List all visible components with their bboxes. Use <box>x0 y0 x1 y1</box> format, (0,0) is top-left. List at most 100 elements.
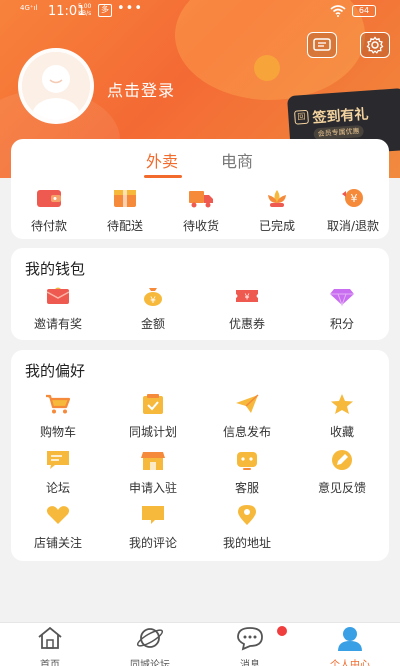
lotus-icon <box>268 190 286 207</box>
heart-icon <box>46 506 70 524</box>
checkin-title: 签到有礼 <box>312 106 370 127</box>
truck-icon <box>189 191 213 208</box>
planet-icon <box>136 628 164 648</box>
tab-home[interactable]: 首页 <box>10 625 90 666</box>
location-icon <box>238 505 256 525</box>
pref-city-plan[interactable]: 同城计划 <box>115 393 191 440</box>
home-icon <box>38 626 62 649</box>
messages-button[interactable] <box>307 32 337 58</box>
wallet-title: 我的钱包 <box>25 260 86 278</box>
order-pending-delivery[interactable]: 待配送 <box>87 187 163 234</box>
refund-icon: ¥ <box>342 189 363 207</box>
order-label: 待配送 <box>106 219 143 233</box>
speed-unit: KB/s <box>78 10 92 17</box>
wallet-coupons[interactable]: ¥ 优惠券 <box>209 285 285 332</box>
wallet-label: 邀请有奖 <box>33 317 82 331</box>
network-speed: 5.00 KB/s <box>78 3 91 17</box>
paper-plane-icon <box>236 394 259 413</box>
battery-icon: 64 <box>352 5 376 17</box>
gear-icon <box>366 36 384 54</box>
order-label: 已完成 <box>258 219 295 233</box>
wallet-card: 我的钱包 邀请有奖 ¥ 金额 ¥ 优惠券 积分 <box>11 248 389 340</box>
chat-icon <box>47 451 69 469</box>
tab-personal-center[interactable]: 个人中心 <box>310 625 390 666</box>
status-bar: 4G⁺ıl 11:01 5.00 KB/s 多 ••• 64 <box>0 0 400 24</box>
diamond-icon <box>330 289 354 307</box>
order-tabs: 外卖 电商 <box>11 148 389 178</box>
tab-label: 同城论坛 <box>130 660 170 666</box>
wallet-label: 优惠券 <box>228 317 265 331</box>
default-avatar-icon <box>22 52 90 120</box>
headset-icon <box>237 452 257 470</box>
tab-label: 消息 <box>240 660 260 666</box>
wallet-invite-reward[interactable]: 邀请有奖 <box>20 285 96 332</box>
order-refund[interactable]: ¥ 取消/退款 <box>315 187 391 234</box>
cart-icon <box>46 394 71 414</box>
app-notification-icon: 多 <box>98 4 112 17</box>
pref-my-reviews[interactable]: 我的评论 <box>115 504 191 551</box>
pref-label: 同城计划 <box>128 425 177 439</box>
pref-label: 客服 <box>234 481 259 495</box>
speed-value: 5.00 <box>78 3 92 10</box>
pref-label: 店铺关注 <box>33 536 82 550</box>
svg-text:¥: ¥ <box>244 293 249 302</box>
message-icon <box>237 627 263 651</box>
order-label: 待收货 <box>182 219 219 233</box>
orders-card: 外卖 电商 待付款 待配送 待收货 已完成 ¥ 取消/退款 <box>11 139 389 239</box>
pref-label: 购物车 <box>39 425 76 439</box>
login-link[interactable]: 点击登录 <box>107 77 175 101</box>
order-label: 待付款 <box>30 219 67 233</box>
bottom-tab-bar: 首页 同城论坛 消息 个人中心 <box>0 622 400 666</box>
order-pending-payment[interactable]: 待付款 <box>11 187 87 234</box>
unread-badge <box>277 626 287 636</box>
pref-followed-shops[interactable]: 店铺关注 <box>20 504 96 551</box>
avatar[interactable] <box>18 48 94 124</box>
order-pending-receipt[interactable]: 待收货 <box>163 187 239 234</box>
decor-sun <box>254 55 280 81</box>
wallet-label: 金额 <box>140 317 165 331</box>
pref-label: 我的评论 <box>128 536 177 550</box>
order-completed[interactable]: 已完成 <box>239 187 315 234</box>
wallet-points[interactable]: 积分 <box>304 285 380 332</box>
envelope-icon <box>46 287 70 304</box>
package-icon <box>114 190 136 207</box>
settings-button[interactable] <box>360 32 390 58</box>
pref-feedback[interactable]: 意见反馈 <box>304 449 380 496</box>
pref-customer-service[interactable]: 客服 <box>209 449 285 496</box>
person-icon <box>338 627 362 651</box>
wifi-icon <box>330 5 346 17</box>
pref-label: 论坛 <box>45 481 70 495</box>
pref-publish-info[interactable]: 信息发布 <box>209 393 285 440</box>
tab-takeout[interactable]: 外卖 <box>146 148 178 172</box>
tab-label: 首页 <box>40 660 60 666</box>
tab-city-forum[interactable]: 同城论坛 <box>110 625 190 666</box>
signal-indicator: 4G⁺ıl <box>20 4 38 12</box>
pref-forum[interactable]: 论坛 <box>20 449 96 496</box>
more-notifications-icon: ••• <box>117 1 144 16</box>
pref-label: 申请入驻 <box>128 481 177 495</box>
pref-label: 我的地址 <box>222 536 271 550</box>
money-bag-icon: ¥ <box>144 288 162 306</box>
order-label: 取消/退款 <box>326 219 380 233</box>
active-tab-indicator <box>144 175 182 178</box>
pref-label: 意见反馈 <box>317 481 366 495</box>
svg-text:¥: ¥ <box>150 296 156 306</box>
pref-my-address[interactable]: 我的地址 <box>209 504 285 551</box>
pref-cart[interactable]: 购物车 <box>20 393 96 440</box>
tab-ecommerce[interactable]: 电商 <box>221 148 253 172</box>
pref-apply-join[interactable]: 申请入驻 <box>115 449 191 496</box>
pref-label: 信息发布 <box>222 425 271 439</box>
wallet-balance[interactable]: ¥ 金额 <box>115 285 191 332</box>
plan-icon <box>143 394 163 414</box>
preferences-title: 我的偏好 <box>25 362 86 380</box>
coupon-icon: ¥ <box>236 290 258 302</box>
checkin-icon: 回 <box>294 109 309 125</box>
star-icon <box>331 394 353 414</box>
pref-label: 收藏 <box>329 425 354 439</box>
comment-icon <box>142 506 164 524</box>
pencil-icon <box>332 450 352 470</box>
pref-favorites[interactable]: 收藏 <box>304 393 380 440</box>
tab-label: 个人中心 <box>330 660 370 666</box>
store-icon <box>141 452 165 470</box>
svg-text:¥: ¥ <box>351 192 358 205</box>
